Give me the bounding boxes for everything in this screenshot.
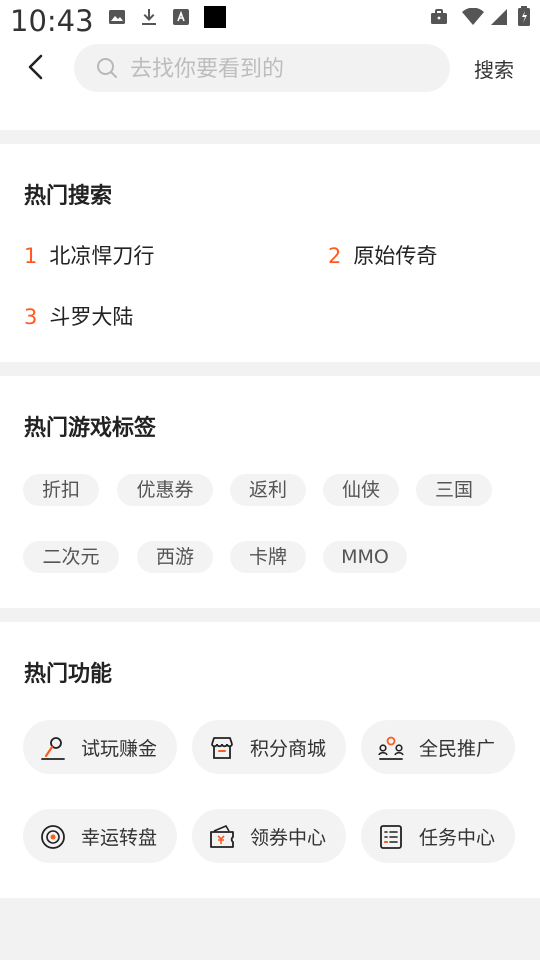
black-square-icon bbox=[204, 6, 226, 28]
function-label: 试玩赚金 bbox=[81, 738, 158, 760]
hot-tags-title: 热门游戏标签 bbox=[24, 416, 157, 441]
search-icon bbox=[97, 58, 117, 78]
download-icon bbox=[142, 9, 156, 25]
tag-chip[interactable]: 卡牌 bbox=[230, 541, 306, 573]
task-list-icon bbox=[380, 825, 402, 849]
trial-play-icon bbox=[41, 737, 65, 760]
hot-search-item[interactable]: 2 原始传奇 bbox=[328, 240, 437, 270]
hot-tags-section: 热门游戏标签 折扣 优惠券 返利 仙侠 三国 二次元 西游 卡牌 MMO bbox=[0, 376, 540, 608]
coupon-icon bbox=[210, 824, 234, 848]
search-input[interactable] bbox=[128, 53, 432, 85]
hot-search-label: 原始传奇 bbox=[353, 244, 438, 268]
hot-search-item[interactable]: 1 北凉悍刀行 bbox=[24, 240, 154, 270]
battery-icon bbox=[518, 6, 530, 26]
hot-search-title: 热门搜索 bbox=[24, 184, 113, 209]
back-arrow-icon[interactable] bbox=[22, 52, 52, 82]
cellular-signal-icon bbox=[491, 9, 507, 25]
search-header: 搜索 bbox=[0, 38, 540, 100]
hot-search-rank: 3 bbox=[24, 305, 38, 329]
tag-chip[interactable]: 西游 bbox=[137, 541, 213, 573]
work-profile-icon bbox=[431, 9, 447, 24]
function-coupon-center[interactable]: 领券中心 bbox=[192, 809, 346, 863]
shop-icon bbox=[211, 737, 233, 759]
tag-chip[interactable]: 二次元 bbox=[23, 541, 119, 573]
hot-search-section: 热门搜索 1 北凉悍刀行 2 原始传奇 3 斗罗大陆 bbox=[0, 144, 540, 362]
app-store-notification-icon bbox=[173, 9, 189, 25]
tag-chip[interactable]: 折扣 bbox=[23, 474, 99, 506]
tag-chip[interactable]: MMO bbox=[323, 541, 407, 573]
search-button[interactable]: 搜索 bbox=[474, 54, 514, 83]
function-trial-earn[interactable]: 试玩赚金 bbox=[23, 720, 177, 774]
tag-chip[interactable]: 三国 bbox=[416, 474, 492, 506]
hot-functions-title: 热门功能 bbox=[24, 662, 113, 687]
tag-chip[interactable]: 仙侠 bbox=[323, 474, 399, 506]
status-time: 10:43 bbox=[10, 4, 94, 38]
tag-chip[interactable]: 返利 bbox=[230, 474, 306, 506]
function-label: 任务中心 bbox=[419, 827, 496, 849]
search-box[interactable] bbox=[74, 44, 450, 92]
function-label: 领券中心 bbox=[250, 827, 327, 849]
hot-search-label: 北凉悍刀行 bbox=[49, 244, 155, 268]
hot-search-label: 斗罗大陆 bbox=[49, 305, 134, 329]
image-notification-icon bbox=[109, 10, 125, 24]
function-task-center[interactable]: 任务中心 bbox=[361, 809, 515, 863]
hot-search-item[interactable]: 3 斗罗大陆 bbox=[24, 301, 133, 331]
wheel-icon bbox=[41, 825, 65, 849]
promote-icon bbox=[378, 736, 404, 760]
wifi-icon bbox=[462, 8, 484, 25]
hot-search-rank: 2 bbox=[328, 244, 342, 268]
hot-functions-section: 热门功能 试玩赚金 积分商城 全民推广 幸运转盘 领券中心 任务中心 bbox=[0, 622, 540, 898]
function-label: 幸运转盘 bbox=[81, 827, 158, 849]
function-label: 全民推广 bbox=[419, 738, 496, 760]
function-points-mall[interactable]: 积分商城 bbox=[192, 720, 346, 774]
function-label: 积分商城 bbox=[250, 738, 327, 760]
function-promotion[interactable]: 全民推广 bbox=[361, 720, 515, 774]
hot-search-rank: 1 bbox=[24, 244, 38, 268]
history-strip bbox=[0, 100, 540, 130]
function-lucky-wheel[interactable]: 幸运转盘 bbox=[23, 809, 177, 863]
tag-chip[interactable]: 优惠券 bbox=[117, 474, 213, 506]
status-bar: 10:43 bbox=[0, 0, 540, 38]
